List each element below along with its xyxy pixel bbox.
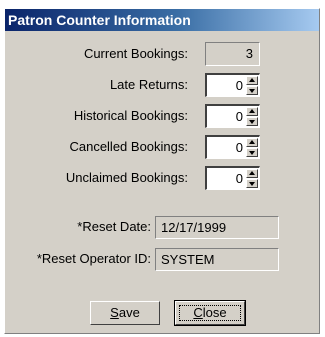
historical-bookings-decrement-button[interactable] (246, 117, 258, 126)
cancelled-bookings-label: Cancelled Bookings: (69, 139, 188, 154)
close-button-label: Close (193, 305, 227, 320)
arrow-down-icon (249, 120, 255, 124)
unclaimed-bookings-field[interactable]: 0 (205, 166, 260, 190)
historical-bookings-spinner[interactable] (246, 107, 258, 126)
late-returns-label: Late Returns: (109, 77, 188, 92)
cancelled-bookings-decrement-button[interactable] (246, 148, 258, 157)
late-returns-value[interactable]: 0 (236, 78, 243, 93)
historical-bookings-value[interactable]: 0 (236, 109, 243, 124)
arrow-down-icon (249, 182, 255, 186)
window-title: Patron Counter Information (8, 12, 191, 28)
current-bookings-field: 3 (205, 42, 260, 66)
late-returns-decrement-button[interactable] (246, 86, 258, 95)
current-bookings-value: 3 (245, 46, 253, 61)
reset-operator-label: *Reset Operator ID: (36, 251, 151, 266)
late-returns-field[interactable]: 0 (205, 73, 260, 97)
arrow-up-icon (249, 171, 255, 175)
save-button[interactable]: Save (90, 301, 160, 325)
arrow-up-icon (249, 140, 255, 144)
historical-bookings-label: Historical Bookings: (73, 108, 188, 123)
reset-date-field: 12/17/1999 (155, 216, 279, 239)
late-returns-increment-button[interactable] (246, 76, 258, 85)
reset-date-label: *Reset Date: (77, 219, 151, 234)
late-returns-spinner[interactable] (246, 76, 258, 95)
cancelled-bookings-spinner[interactable] (246, 138, 258, 157)
unclaimed-bookings-increment-button[interactable] (246, 169, 258, 178)
unclaimed-bookings-spinner[interactable] (246, 169, 258, 188)
title-bar[interactable]: Patron Counter Information (5, 9, 319, 31)
arrow-down-icon (249, 151, 255, 155)
historical-bookings-field[interactable]: 0 (205, 104, 260, 128)
patron-counter-dialog: Patron Counter Information Current Booki… (4, 8, 320, 334)
historical-bookings-increment-button[interactable] (246, 107, 258, 116)
current-bookings-label: Current Bookings: (83, 46, 188, 61)
arrow-down-icon (249, 89, 255, 93)
arrow-up-icon (249, 109, 255, 113)
cancelled-bookings-value[interactable]: 0 (236, 140, 243, 155)
cancelled-bookings-field[interactable]: 0 (205, 135, 260, 159)
reset-operator-field: SYSTEM (155, 248, 279, 271)
save-button-label: Save (110, 305, 140, 320)
unclaimed-bookings-value[interactable]: 0 (236, 171, 243, 186)
arrow-up-icon (249, 78, 255, 82)
cancelled-bookings-increment-button[interactable] (246, 138, 258, 147)
unclaimed-bookings-decrement-button[interactable] (246, 179, 258, 188)
unclaimed-bookings-label: Unclaimed Bookings: (65, 170, 188, 185)
close-button[interactable]: Close (174, 300, 246, 326)
